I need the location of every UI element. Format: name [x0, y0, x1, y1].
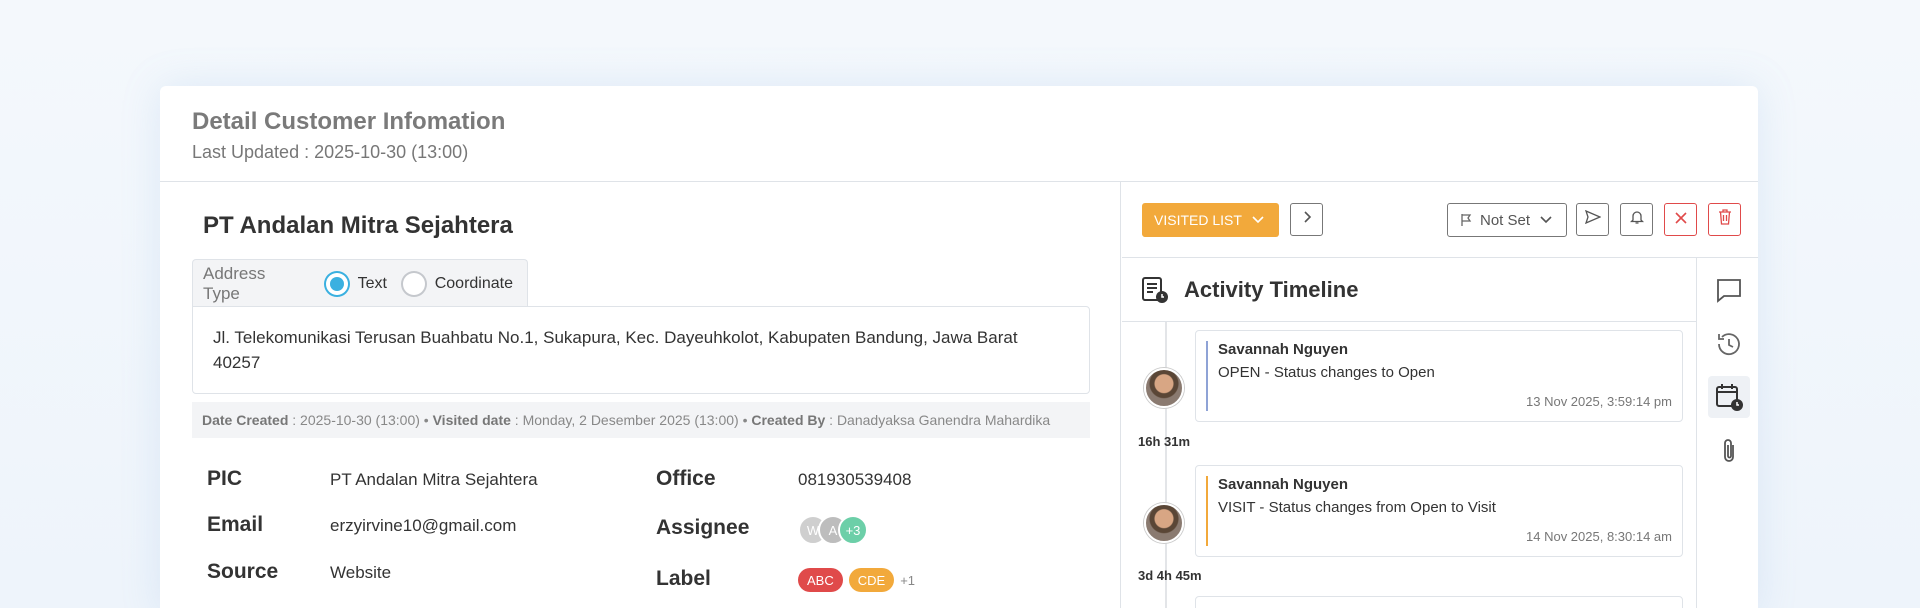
- comments-tab[interactable]: [1708, 270, 1750, 312]
- entry-text: OPEN - Status changes to Open: [1218, 364, 1435, 381]
- status-label: VISITED LIST: [1154, 212, 1242, 228]
- timeline-entry[interactable]: Savannah Nguyen OPEN - Status changes to…: [1195, 330, 1683, 422]
- activity-panel: VISITED LIST Not Set Activity Timeline S…: [1122, 182, 1758, 608]
- office-value: 081930539408: [798, 470, 912, 489]
- page-title: Detail Customer Infomation: [192, 108, 506, 135]
- company-name: PT Andalan Mitra Sejahtera: [203, 212, 513, 239]
- office-label: Office: [656, 467, 716, 490]
- trash-icon: [1718, 209, 1732, 230]
- email-value: erzyirvine10@gmail.com: [330, 516, 517, 535]
- close-button[interactable]: [1664, 203, 1697, 236]
- card-header: Detail Customer Infomation Last Updated …: [160, 86, 1758, 182]
- chevron-down-icon: [1540, 216, 1552, 224]
- customer-detail-card: Detail Customer Infomation Last Updated …: [160, 86, 1758, 608]
- assignee-label: Assignee: [656, 516, 750, 539]
- created-by-label: Created By: [751, 412, 826, 428]
- entry-text: VISIT - Status changes from Open to Visi…: [1218, 499, 1496, 516]
- paperclip-icon: [1717, 437, 1741, 465]
- pic-label: PIC: [207, 467, 243, 490]
- label-list: ABC CDE +1: [798, 568, 915, 592]
- label-label: Label: [656, 567, 711, 590]
- send-button[interactable]: [1576, 203, 1609, 236]
- flag-icon: [1460, 213, 1472, 227]
- last-updated: Last Updated : 2025-10-30 (13:00): [192, 142, 469, 162]
- entry-author: Savannah Nguyen: [1218, 476, 1349, 493]
- history-tab[interactable]: [1708, 323, 1750, 365]
- label-tag[interactable]: CDE: [848, 568, 895, 592]
- timeline-header: Activity Timeline: [1122, 258, 1696, 322]
- entry-accent-bar: [1206, 341, 1208, 411]
- assignee-avatars[interactable]: W A +3: [798, 515, 868, 545]
- timeline-icon: [1140, 275, 1170, 305]
- calendar-clock-icon: [1714, 382, 1744, 412]
- activity-timeline: Activity Timeline Savannah Nguyen OPEN -…: [1122, 258, 1697, 608]
- flag-dropdown[interactable]: Not Set: [1447, 203, 1567, 237]
- address-type-label: Address Type: [203, 263, 266, 303]
- entry-time: 14 Nov 2025, 8:30:14 am: [1526, 529, 1672, 544]
- bell-icon: [1629, 209, 1644, 230]
- visited-date-label: Visited date: [432, 412, 511, 428]
- timeline-title: Activity Timeline: [1184, 276, 1359, 302]
- avatar: [1144, 503, 1184, 543]
- duration-label: 3d 4h 45m: [1138, 568, 1202, 583]
- close-icon: [1674, 211, 1687, 229]
- send-icon: [1584, 209, 1602, 229]
- radio-coordinate-label[interactable]: Coordinate: [435, 275, 513, 293]
- timeline-line: [1165, 322, 1167, 608]
- visited-date-value: : Monday, 2 Desember 2025 (13:00) •: [510, 412, 752, 428]
- source-label: Source: [207, 560, 279, 583]
- comment-icon: [1715, 277, 1743, 305]
- address-type-selector: Address Type Text Coordinate: [192, 259, 528, 307]
- attachments-tab[interactable]: [1708, 430, 1750, 472]
- next-button[interactable]: [1290, 203, 1323, 236]
- timeline-entry[interactable]: [1195, 596, 1683, 608]
- meta-bar: Date Created : 2025-10-30 (13:00) • Visi…: [192, 402, 1090, 438]
- created-by-value: : Danadyaksa Ganendra Mahardika: [825, 412, 1051, 428]
- activity-toolbar: VISITED LIST Not Set: [1122, 182, 1758, 258]
- radio-text[interactable]: [323, 270, 350, 297]
- label-more-count[interactable]: +1: [900, 573, 915, 588]
- side-icon-bar: [1698, 258, 1758, 608]
- notify-button[interactable]: [1620, 203, 1653, 236]
- delete-button[interactable]: [1708, 203, 1741, 236]
- assignee-more-badge: +3: [838, 515, 868, 545]
- status-dropdown-button[interactable]: VISITED LIST: [1142, 203, 1279, 237]
- email-label: Email: [207, 513, 264, 536]
- pic-value: PT Andalan Mitra Sejahtera: [330, 470, 538, 489]
- radio-coordinate[interactable]: [400, 270, 427, 297]
- address-text[interactable]: Jl. Telekomunikasi Terusan Buahbatu No.1…: [192, 306, 1090, 394]
- entry-time: 13 Nov 2025, 3:59:14 pm: [1526, 394, 1672, 409]
- customer-info-panel: PT Andalan Mitra Sejahtera Address Type …: [160, 182, 1121, 608]
- source-value: Website: [330, 563, 392, 582]
- timeline-entry[interactable]: Savannah Nguyen VISIT - Status changes f…: [1195, 465, 1683, 557]
- schedule-tab[interactable]: [1708, 376, 1750, 418]
- chevron-right-icon: [1302, 210, 1312, 229]
- radio-text-label[interactable]: Text: [358, 275, 387, 293]
- entry-accent-bar: [1206, 476, 1208, 546]
- date-created-value: : 2025-10-30 (13:00) •: [288, 412, 433, 428]
- flag-label: Not Set: [1480, 211, 1531, 229]
- entry-author: Savannah Nguyen: [1218, 341, 1349, 358]
- avatar: [1144, 368, 1184, 408]
- duration-label: 16h 31m: [1138, 434, 1191, 449]
- date-created-label: Date Created: [202, 412, 289, 428]
- chevron-down-icon: [1252, 213, 1264, 227]
- history-icon: [1715, 330, 1743, 358]
- label-tag[interactable]: ABC: [798, 568, 843, 592]
